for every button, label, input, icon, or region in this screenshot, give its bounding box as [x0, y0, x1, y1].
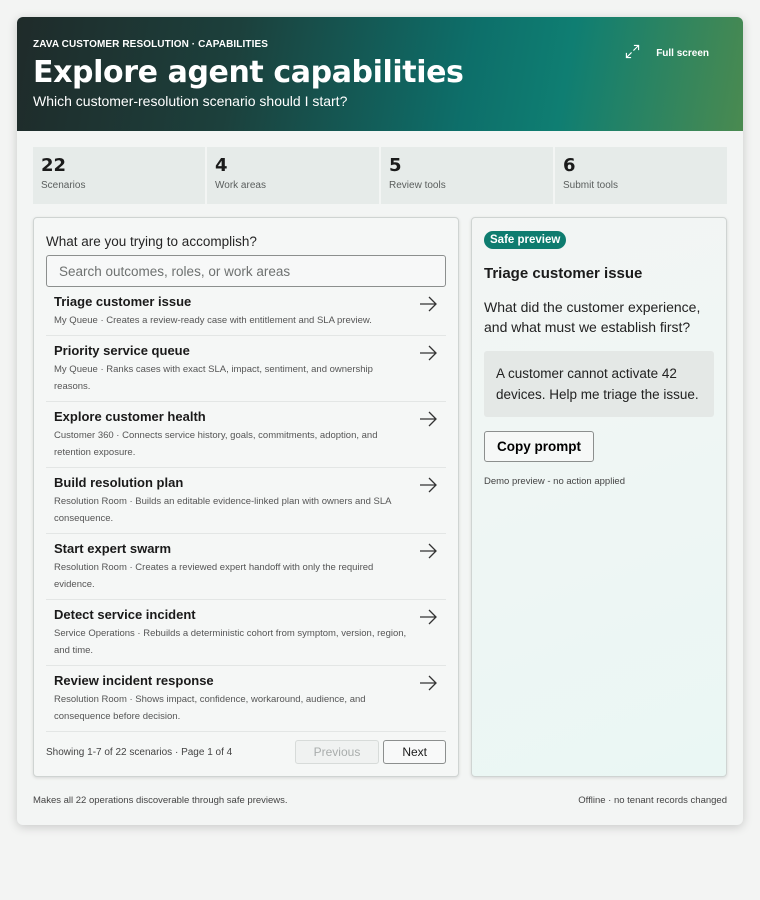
stat-work-areas: 4 Work areas	[207, 147, 381, 204]
preview-title: Triage customer issue	[484, 265, 643, 282]
search-input[interactable]	[46, 255, 446, 287]
stat-label: Scenarios	[41, 180, 86, 191]
scenario-description: Service Operations · Rebuilds a determin…	[54, 628, 407, 656]
stats-row: 22 Scenarios 4 Work areas 5 Review tools…	[33, 147, 727, 204]
arrow-right-icon	[420, 543, 437, 559]
panels: What are you trying to accomplish? Triag…	[17, 217, 743, 780]
stat-value: 5	[389, 155, 402, 176]
footer-left-text: Makes all 22 operations discoverable thr…	[33, 795, 288, 806]
scenario-title: Explore customer health	[54, 409, 206, 424]
scenario-item-expert-swarm[interactable]: Start expert swarm Resolution Room · Cre…	[46, 534, 446, 600]
scenario-description: Customer 360 · Connects service history,…	[54, 430, 378, 458]
scenario-title: Start expert swarm	[54, 541, 172, 556]
page-subtitle: Which customer-resolution scenario shoul…	[33, 93, 348, 109]
catalog-question: What are you trying to accomplish?	[46, 234, 257, 249]
preview-question: What did the customer experience, and wh…	[484, 299, 701, 335]
scenario-item-customer-health[interactable]: Explore customer health Customer 360 · C…	[46, 402, 446, 468]
expand-icon	[625, 44, 640, 62]
copy-prompt-button[interactable]: Copy prompt	[484, 431, 594, 462]
scenario-title: Detect service incident	[54, 607, 196, 622]
stat-label: Review tools	[389, 180, 446, 191]
scenario-item-service-incident[interactable]: Detect service incident Service Operatio…	[46, 600, 446, 666]
stat-value: 6	[563, 155, 576, 176]
scenario-description: Resolution Room · Shows impact, confiden…	[54, 694, 366, 722]
stat-label: Submit tools	[563, 180, 619, 191]
capabilities-card: ZAVA CUSTOMER RESOLUTION · CAPABILITIES …	[17, 17, 743, 825]
safe-preview-badge: Safe preview	[484, 231, 567, 249]
scenario-description: Resolution Room · Builds an editable evi…	[54, 496, 391, 524]
stat-value: 22	[41, 155, 67, 176]
next-button[interactable]: Next	[383, 740, 446, 764]
scenario-description: Resolution Room · Creates a reviewed exp…	[54, 562, 374, 590]
preview-panel: Safe preview Triage customer issue What …	[471, 217, 727, 777]
arrow-right-icon	[420, 296, 437, 312]
prompt-text: A customer cannot activate 42 devices. H…	[484, 351, 714, 417]
fullscreen-button[interactable]: Full screen	[625, 44, 709, 62]
stat-submit-tools: 6 Submit tools	[555, 147, 727, 204]
scenario-item-resolution-plan[interactable]: Build resolution plan Resolution Room · …	[46, 468, 446, 534]
arrow-right-icon	[420, 675, 437, 691]
scenario-catalog-panel: What are you trying to accomplish? Triag…	[33, 217, 459, 777]
scenario-item-triage[interactable]: Triage customer issue My Queue · Creates…	[46, 287, 446, 336]
page-title: Explore agent capabilities	[33, 55, 464, 90]
previous-button[interactable]: Previous	[294, 740, 380, 764]
scenario-title: Priority service queue	[54, 343, 190, 358]
scenario-title: Review incident response	[54, 673, 214, 688]
stat-label: Work areas	[215, 180, 266, 191]
arrow-right-icon	[420, 345, 437, 361]
header-banner: ZAVA CUSTOMER RESOLUTION · CAPABILITIES …	[17, 17, 743, 131]
stat-value: 4	[215, 155, 228, 176]
arrow-right-icon	[420, 411, 437, 427]
scenario-item-incident-response[interactable]: Review incident response Resolution Room…	[46, 666, 446, 732]
arrow-right-icon	[420, 609, 437, 625]
scenario-title: Triage customer issue	[54, 294, 192, 309]
scenario-item-priority-queue[interactable]: Priority service queue My Queue · Ranks …	[46, 336, 446, 402]
stat-review-tools: 5 Review tools	[381, 147, 555, 204]
pagination: Showing 1-7 of 22 scenarios · Page 1 of …	[46, 740, 446, 764]
stat-scenarios: 22 Scenarios	[33, 147, 207, 204]
eyebrow: ZAVA CUSTOMER RESOLUTION · CAPABILITIES	[33, 39, 269, 50]
scenario-title: Build resolution plan	[54, 475, 184, 490]
footer-right-text: Offline · no tenant records changed	[578, 795, 727, 806]
demo-note: Demo preview - no action applied	[484, 476, 625, 487]
pagination-status: Showing 1-7 of 22 scenarios · Page 1 of …	[46, 746, 233, 758]
scenario-description: My Queue · Ranks cases with exact SLA, i…	[54, 364, 373, 392]
fullscreen-label: Full screen	[656, 47, 709, 59]
scenario-list: Triage customer issue My Queue · Creates…	[46, 287, 446, 732]
scenario-description: My Queue · Creates a review-ready case w…	[54, 315, 372, 326]
arrow-right-icon	[420, 477, 437, 493]
footer: Makes all 22 operations discoverable thr…	[33, 795, 727, 806]
